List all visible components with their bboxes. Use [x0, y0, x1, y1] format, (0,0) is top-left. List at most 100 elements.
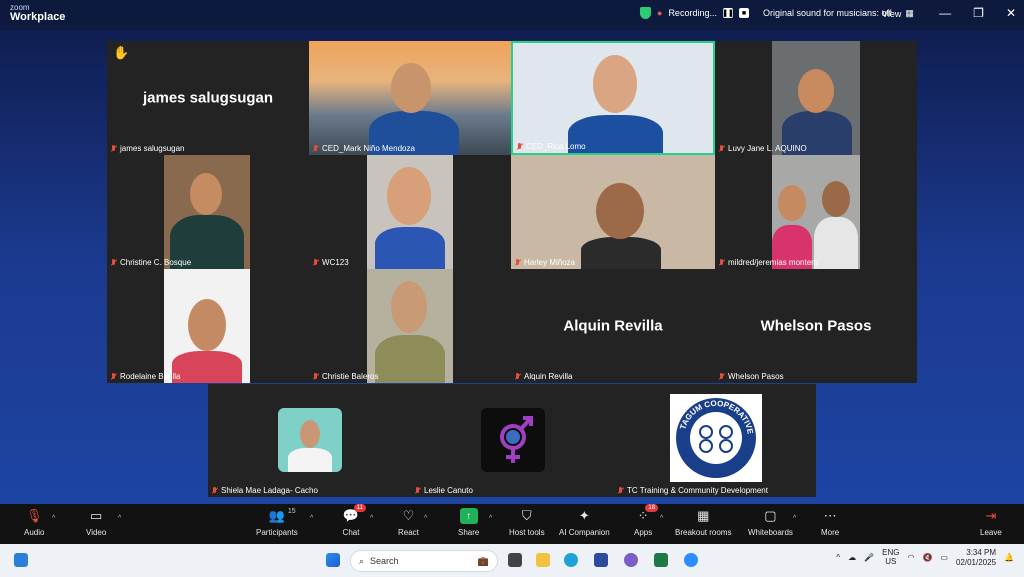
widgets-icon[interactable] [14, 553, 28, 567]
zoom-icon[interactable] [684, 553, 698, 567]
participant-name-large: Alquin Revilla [563, 317, 663, 335]
host-tools-label: Host tools [509, 528, 545, 537]
participant-name: Harley Miñoza [524, 258, 576, 267]
chat-button[interactable]: 💬 11 Chat [342, 504, 366, 537]
audio-label: Audio [24, 528, 45, 537]
participants-options-caret[interactable]: ^ [310, 515, 313, 522]
original-sound-toggle[interactable]: Original sound for musicians: off [763, 8, 891, 18]
pause-recording-icon[interactable]: ❚❚ [722, 8, 734, 18]
video-tile[interactable]: Leslie Canuto [411, 384, 614, 497]
leave-button[interactable]: ⇥ Leave [980, 508, 1002, 537]
participant-name: TC Training & Community Development [627, 486, 768, 495]
participant-name: Christine C. Bosque [120, 258, 192, 267]
briefcase-icon: 💼 [477, 555, 489, 566]
mic-muted-icon [414, 486, 421, 495]
video-tile[interactable]: Christie Baleros [309, 269, 511, 383]
participant-name: Leslie Canuto [424, 486, 473, 495]
wifi-icon[interactable]: ◠ [907, 553, 914, 562]
participant-name-large: Whelson Pasos [760, 317, 872, 335]
chevron-up-icon[interactable]: ^ [836, 553, 840, 562]
stop-recording-icon[interactable]: ■ [738, 8, 749, 18]
video-tile[interactable]: ✋ james salugsugan james salugsugan [107, 41, 309, 155]
video-tile[interactable]: TAGUM COOPERATIVE TC Training & Communit… [614, 384, 816, 497]
ai-companion-label: AI Companion [559, 528, 610, 537]
whiteboards-options-caret[interactable]: ^ [793, 515, 796, 522]
host-tools-button[interactable]: ⛉ Host tools [509, 508, 545, 537]
language-bottom: US [885, 556, 897, 566]
video-tile[interactable]: Rodelaine Barilla [107, 269, 309, 383]
window-controls: — ❐ ✕ [939, 6, 1016, 20]
store-icon[interactable] [594, 553, 608, 567]
view-button[interactable]: View ▦ [882, 8, 914, 19]
mic-muted-icon [211, 486, 218, 495]
battery-icon[interactable]: ▭ [940, 553, 948, 562]
react-options-caret[interactable]: ^ [424, 515, 427, 522]
task-view-icon[interactable] [508, 553, 522, 567]
video-tile[interactable]: CED_Mark Niño Mendoza [309, 41, 511, 155]
participant-name: Christie Baleros [322, 372, 379, 381]
participant-label: Leslie Canuto [414, 486, 473, 495]
apps-icon: ⁘ 18 [634, 504, 659, 524]
grid-icon: ▦ [905, 8, 914, 18]
video-tile[interactable]: Harley Miñoza [511, 155, 715, 269]
react-button[interactable]: ♡ React [398, 508, 419, 537]
mic-muted-icon [110, 372, 117, 381]
notification-icon[interactable]: 🔔 [1004, 553, 1014, 562]
heart-icon: ♡ [402, 508, 415, 523]
more-button[interactable]: ⋯ More [821, 508, 839, 537]
excel-icon[interactable] [654, 553, 668, 567]
mic-icon[interactable]: 🎤 [864, 553, 874, 562]
windows-start-icon[interactable] [326, 553, 340, 567]
apps-badge: 18 [645, 504, 659, 512]
video-tile[interactable]: Christine C. Bosque [107, 155, 309, 269]
taskbar-search[interactable]: ⌕ Search 💼 [350, 550, 498, 572]
share-button[interactable]: ↑ Share [458, 508, 479, 537]
participants-icon: 👥 15 [268, 508, 296, 523]
cloud-icon[interactable]: ☁ [848, 553, 856, 562]
participant-video [367, 269, 453, 383]
video-grid: ✋ james salugsugan james salugsugan CED_… [107, 41, 917, 383]
video-tile[interactable]: Shiela Mae Ladaga- Cacho [208, 384, 411, 497]
video-tile[interactable]: WC123 [309, 155, 511, 269]
participant-label: CED_Mark Niño Mendoza [312, 144, 415, 153]
participant-label: Christine C. Bosque [110, 258, 191, 267]
share-options-caret[interactable]: ^ [489, 515, 492, 522]
breakout-rooms-label: Breakout rooms [675, 528, 732, 537]
video-options-caret[interactable]: ^ [118, 515, 121, 522]
restore-icon[interactable]: ❐ [973, 6, 984, 20]
breakout-rooms-button[interactable]: ▦ Breakout rooms [675, 508, 731, 537]
participant-video-face [391, 63, 431, 113]
video-tile[interactable]: Luvy Jane L. AQUINO [715, 41, 917, 155]
participant-name: CED_Mark Niño Mendoza [322, 144, 415, 153]
file-explorer-icon[interactable] [536, 553, 550, 567]
video-tile-active-speaker[interactable]: CED_Rica Lomo [511, 41, 715, 155]
chat-options-caret[interactable]: ^ [370, 515, 373, 522]
whiteboards-button[interactable]: ▢ Whiteboards [748, 508, 793, 537]
video-tile[interactable]: Alquin Revilla Alquin Revilla [511, 269, 715, 383]
chat-badge: 11 [353, 504, 366, 512]
apps-button[interactable]: ⁘ 18 Apps [634, 504, 659, 537]
mic-muted-icon [617, 486, 624, 495]
apps-options-caret[interactable]: ^ [660, 515, 663, 522]
shield-icon: ⛉ [521, 508, 532, 523]
react-label: React [398, 528, 419, 537]
speaker-muted-icon[interactable]: 🔇 [922, 553, 932, 562]
language-indicator[interactable]: ENG US [882, 548, 899, 567]
messenger-icon[interactable] [624, 553, 638, 567]
ai-companion-button[interactable]: ✦ AI Companion [559, 508, 610, 537]
clock-time: 3:34 PM [966, 548, 997, 557]
video-button[interactable]: ▭ Video [86, 508, 106, 537]
video-tile[interactable]: Whelson Pasos Whelson Pasos [715, 269, 917, 383]
mic-muted-icon [312, 372, 319, 381]
more-icon: ⋯ [823, 508, 837, 523]
participants-button[interactable]: 👥 15 Participants [256, 508, 298, 537]
audio-button[interactable]: 🎙 Audio [24, 508, 44, 537]
audio-options-caret[interactable]: ^ [52, 515, 55, 522]
video-tile[interactable]: mildred/jeremias montero [715, 155, 917, 269]
minimize-icon[interactable]: — [939, 6, 951, 20]
close-icon[interactable]: ✕ [1006, 6, 1016, 20]
recording-status: ● Recording... ❚❚ ■ Original sound for m… [640, 7, 891, 19]
edge-browser-icon[interactable] [564, 553, 578, 567]
search-icon: ⌕ [359, 555, 365, 566]
clock[interactable]: 3:34 PM 02/01/2025 [956, 548, 996, 567]
